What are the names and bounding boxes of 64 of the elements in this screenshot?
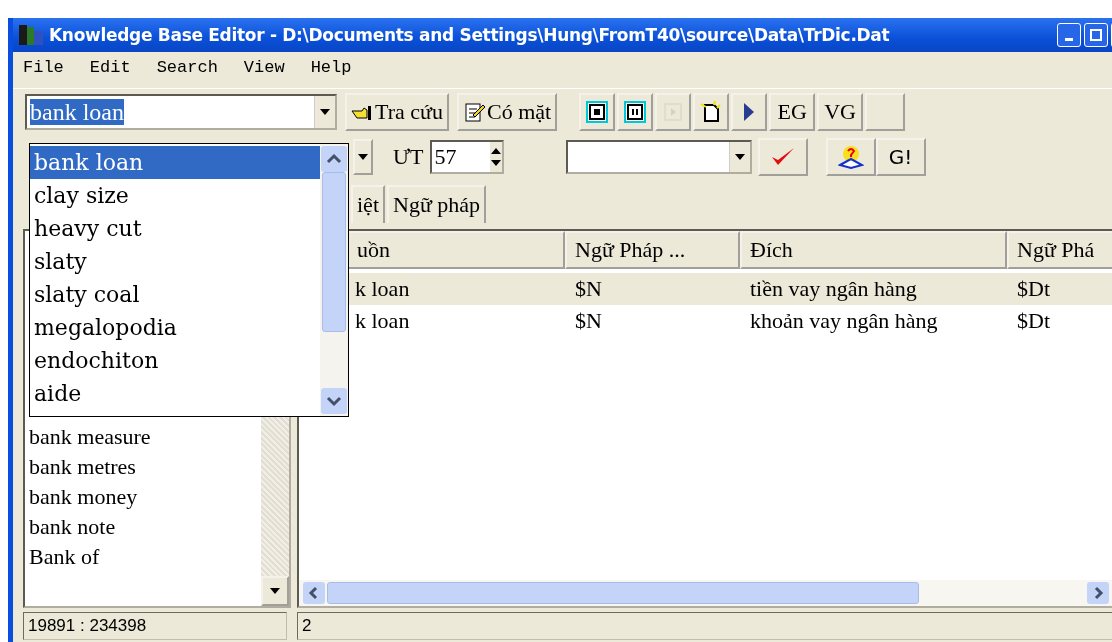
combo-field[interactable] (565, 140, 752, 174)
field-label: ƯT (393, 144, 424, 170)
scroll-right-icon (1087, 582, 1109, 604)
menu-item[interactable]: View (243, 57, 285, 77)
menu-item[interactable]: Help (310, 57, 352, 77)
dropdown-item[interactable]: megalopodia (30, 311, 320, 344)
help-button[interactable] (825, 138, 876, 176)
horizontal-scrollbar[interactable] (299, 580, 1112, 606)
minimize-icon (1065, 38, 1073, 41)
status-panel: 2 (297, 612, 1112, 640)
number-spinner[interactable]: 57 (429, 140, 504, 174)
book-question-icon (837, 145, 864, 169)
window-title: Knowledge Base Editor - D:\Documents and Settings\Hung\FromT40\source\Data\TrDic.Dat (49, 25, 890, 45)
column-header[interactable]: Ngữ Phá (1007, 231, 1112, 269)
maximize-icon (1089, 28, 1103, 42)
caret-icon (270, 588, 280, 594)
column-header[interactable]: Ngữ Pháp ... (565, 231, 740, 269)
books-icon (17, 23, 45, 47)
maximize-button[interactable] (1084, 23, 1108, 47)
menu-item[interactable]: Search (156, 57, 218, 77)
new-document-icon (699, 100, 724, 124)
stop-icon (586, 101, 609, 123)
toolbar-button[interactable]: Tra cứu (345, 93, 449, 131)
scroll-down-icon (321, 388, 347, 414)
scroll-left-icon (303, 582, 325, 604)
search-value: bank loan (30, 98, 124, 125)
dropdown-button[interactable] (353, 139, 373, 175)
toolbar-button[interactable]: VG (817, 93, 864, 131)
dropdown-item[interactable]: endochiton (30, 344, 320, 377)
list-item[interactable]: bank money (29, 482, 261, 512)
toolbar-button[interactable]: EG (769, 93, 816, 131)
list-item[interactable]: bank measure (29, 422, 261, 452)
notepad-icon (462, 101, 485, 123)
toolbar-button[interactable] (693, 93, 730, 131)
dropdown-item[interactable]: clay size (30, 179, 320, 212)
menu-item[interactable]: Edit (89, 57, 131, 77)
play-icon (663, 102, 684, 122)
search-combo[interactable]: bank loan (25, 94, 337, 130)
caret-icon (734, 154, 745, 160)
list-item[interactable]: Bank of (29, 542, 261, 572)
dropdown-item[interactable]: bank loan (30, 146, 320, 179)
tab[interactable]: Ngữ pháp (387, 185, 487, 223)
tab[interactable]: iệt (351, 185, 385, 223)
confirm-button[interactable] (757, 138, 808, 176)
caret-icon (358, 154, 368, 160)
list-item[interactable]: bank metres (29, 452, 261, 482)
toolbar-button[interactable]: Có mặt (456, 93, 558, 131)
pause-icon (624, 101, 647, 123)
dropdown-item[interactable]: aide (30, 377, 320, 410)
scrollbar-thumb[interactable] (327, 582, 919, 604)
scroll-down-button[interactable] (261, 576, 289, 606)
toolbar-button[interactable] (731, 93, 768, 131)
go-button[interactable]: G! (875, 138, 926, 176)
toolbar-button[interactable] (617, 93, 654, 131)
column-header[interactable]: Đích (740, 231, 1007, 269)
minimize-button[interactable] (1057, 23, 1081, 47)
scrollbar-thumb[interactable] (322, 172, 346, 332)
status-panel: 19891 : 234398 (23, 612, 287, 640)
list-item[interactable]: bank note (29, 512, 261, 542)
vertical-scrollbar[interactable] (320, 144, 348, 416)
menu-item[interactable]: File (23, 57, 64, 77)
caret-icon (320, 109, 330, 115)
toolbar-button[interactable] (579, 93, 616, 131)
scroll-up-icon (321, 146, 347, 172)
